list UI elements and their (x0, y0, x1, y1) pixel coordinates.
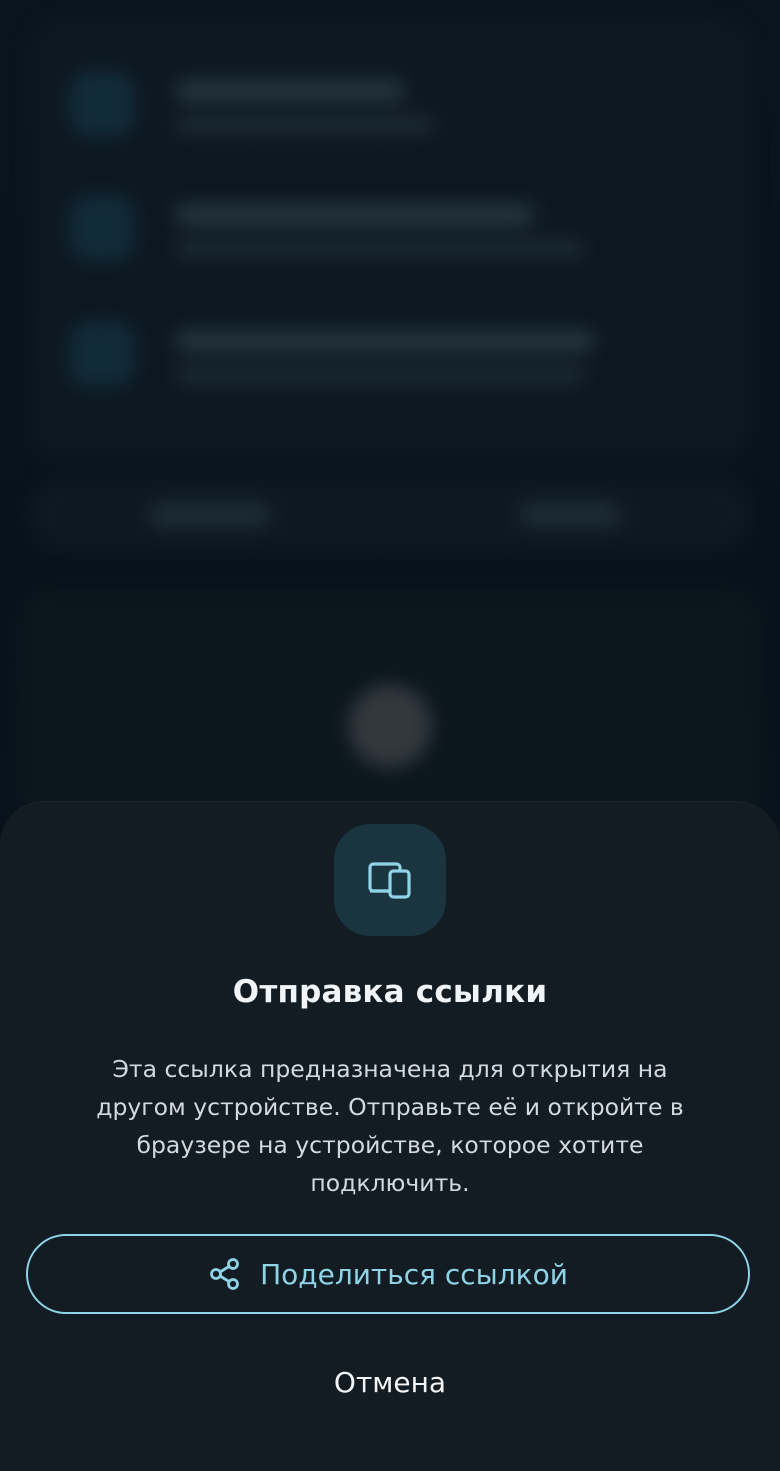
devices-icon-tile (334, 824, 446, 936)
share-link-label: Поделиться ссылкой (260, 1257, 568, 1291)
background-list-item (70, 196, 630, 276)
background-avatar (348, 684, 432, 768)
background-tab (150, 504, 270, 526)
devices-icon (368, 862, 411, 899)
background-item-icon (70, 196, 134, 260)
cancel-button[interactable]: Отмена (240, 1352, 540, 1412)
background-list-item (70, 72, 630, 152)
background-item-icon (70, 72, 134, 136)
share-link-button[interactable]: Поделиться ссылкой (26, 1234, 750, 1314)
sheet-description: Эта ссылка предназначена для открытия на… (96, 1055, 684, 1197)
background-item-subtitle (175, 366, 585, 384)
background-tab (520, 504, 620, 526)
share-link-sheet: Отправка ссылки Эта ссылка предназначена… (0, 802, 780, 1471)
background-item-subtitle (175, 240, 585, 258)
screen: Отправка ссылки Эта ссылка предназначена… (0, 0, 780, 1471)
share-icon (208, 1257, 242, 1291)
background-item-title (175, 80, 405, 102)
background-item-subtitle (175, 116, 435, 134)
background-tabs (30, 478, 750, 550)
sheet-title: Отправка ссылки (232, 974, 548, 1010)
background-item-icon (70, 322, 134, 386)
background-item-title (175, 330, 595, 352)
background-item-title (175, 204, 535, 226)
background-list-item (70, 322, 630, 402)
